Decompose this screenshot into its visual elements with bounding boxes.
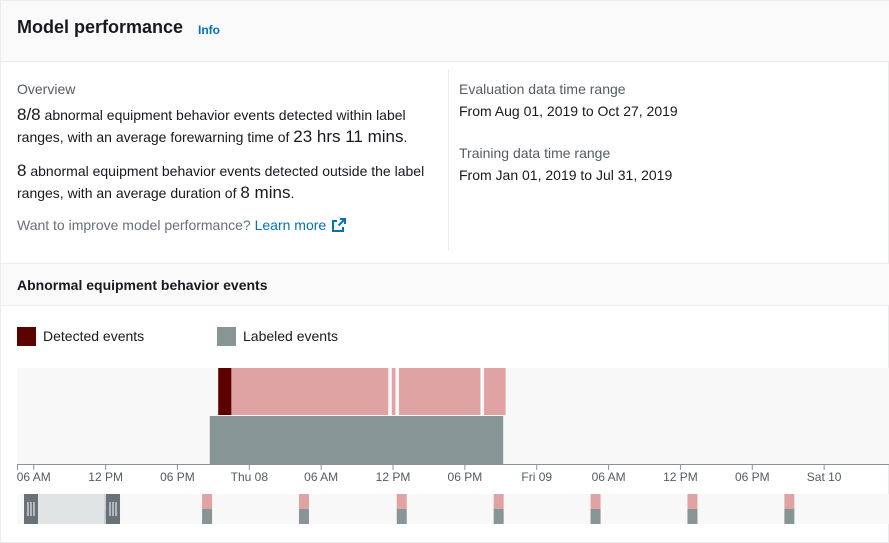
overview-detected-mark — [493, 494, 504, 509]
model-performance-panel: Model performance Info Overview 8/8 abno… — [0, 0, 889, 543]
detected-event-bar[interactable] — [391, 368, 396, 415]
axis-tick-label: Thu 08 — [231, 470, 269, 484]
overview-labeled-mark — [687, 509, 698, 524]
axis-tick-label: 06 AM — [304, 470, 338, 484]
detected-event-bar[interactable] — [484, 368, 506, 415]
axis-tick-label: 06 PM — [160, 470, 195, 484]
overview-detected-mark — [687, 494, 698, 509]
detected-event-bar[interactable] — [399, 368, 481, 415]
axis-tick-label: 06 PM — [735, 470, 770, 484]
overview-selection[interactable] — [37, 494, 107, 524]
overview-labeled-mark — [396, 509, 407, 524]
overview-labeled-mark — [298, 509, 309, 524]
axis-tick-label: 12 PM — [376, 470, 411, 484]
axis-tick-label: Fri 09 — [521, 470, 552, 484]
overview-detected-mark — [396, 494, 407, 509]
overview-labeled-mark — [784, 509, 795, 524]
detected-event-bar[interactable] — [231, 368, 389, 415]
overview-labeled-mark — [493, 509, 504, 524]
axis-tick-label: 12 PM — [88, 470, 123, 484]
overview-labeled-mark — [202, 509, 213, 524]
axis-tick-label: 06 AM — [592, 470, 626, 484]
overview-labeled-mark — [590, 509, 601, 524]
overview-detected-mark — [202, 494, 213, 509]
axis-tick-label: Sat 10 — [807, 470, 842, 484]
overview-detected-mark — [298, 494, 309, 509]
labeled-event-bar[interactable] — [209, 416, 504, 464]
axis-tick-label: 06 PM — [448, 470, 483, 484]
axis-tick-label: 12 PM — [663, 470, 698, 484]
detected-event-marker[interactable] — [218, 368, 232, 415]
overview-strip[interactable] — [17, 494, 889, 524]
events-timeline[interactable]: 06 AM 12 PM 06 PM Thu 08 06 AM 12 PM 06 PM Fri … — [1, 1, 889, 543]
axis-tick-label: 06 AM — [17, 470, 51, 484]
overview-detected-mark — [590, 494, 601, 509]
overview-detected-mark — [784, 494, 795, 509]
